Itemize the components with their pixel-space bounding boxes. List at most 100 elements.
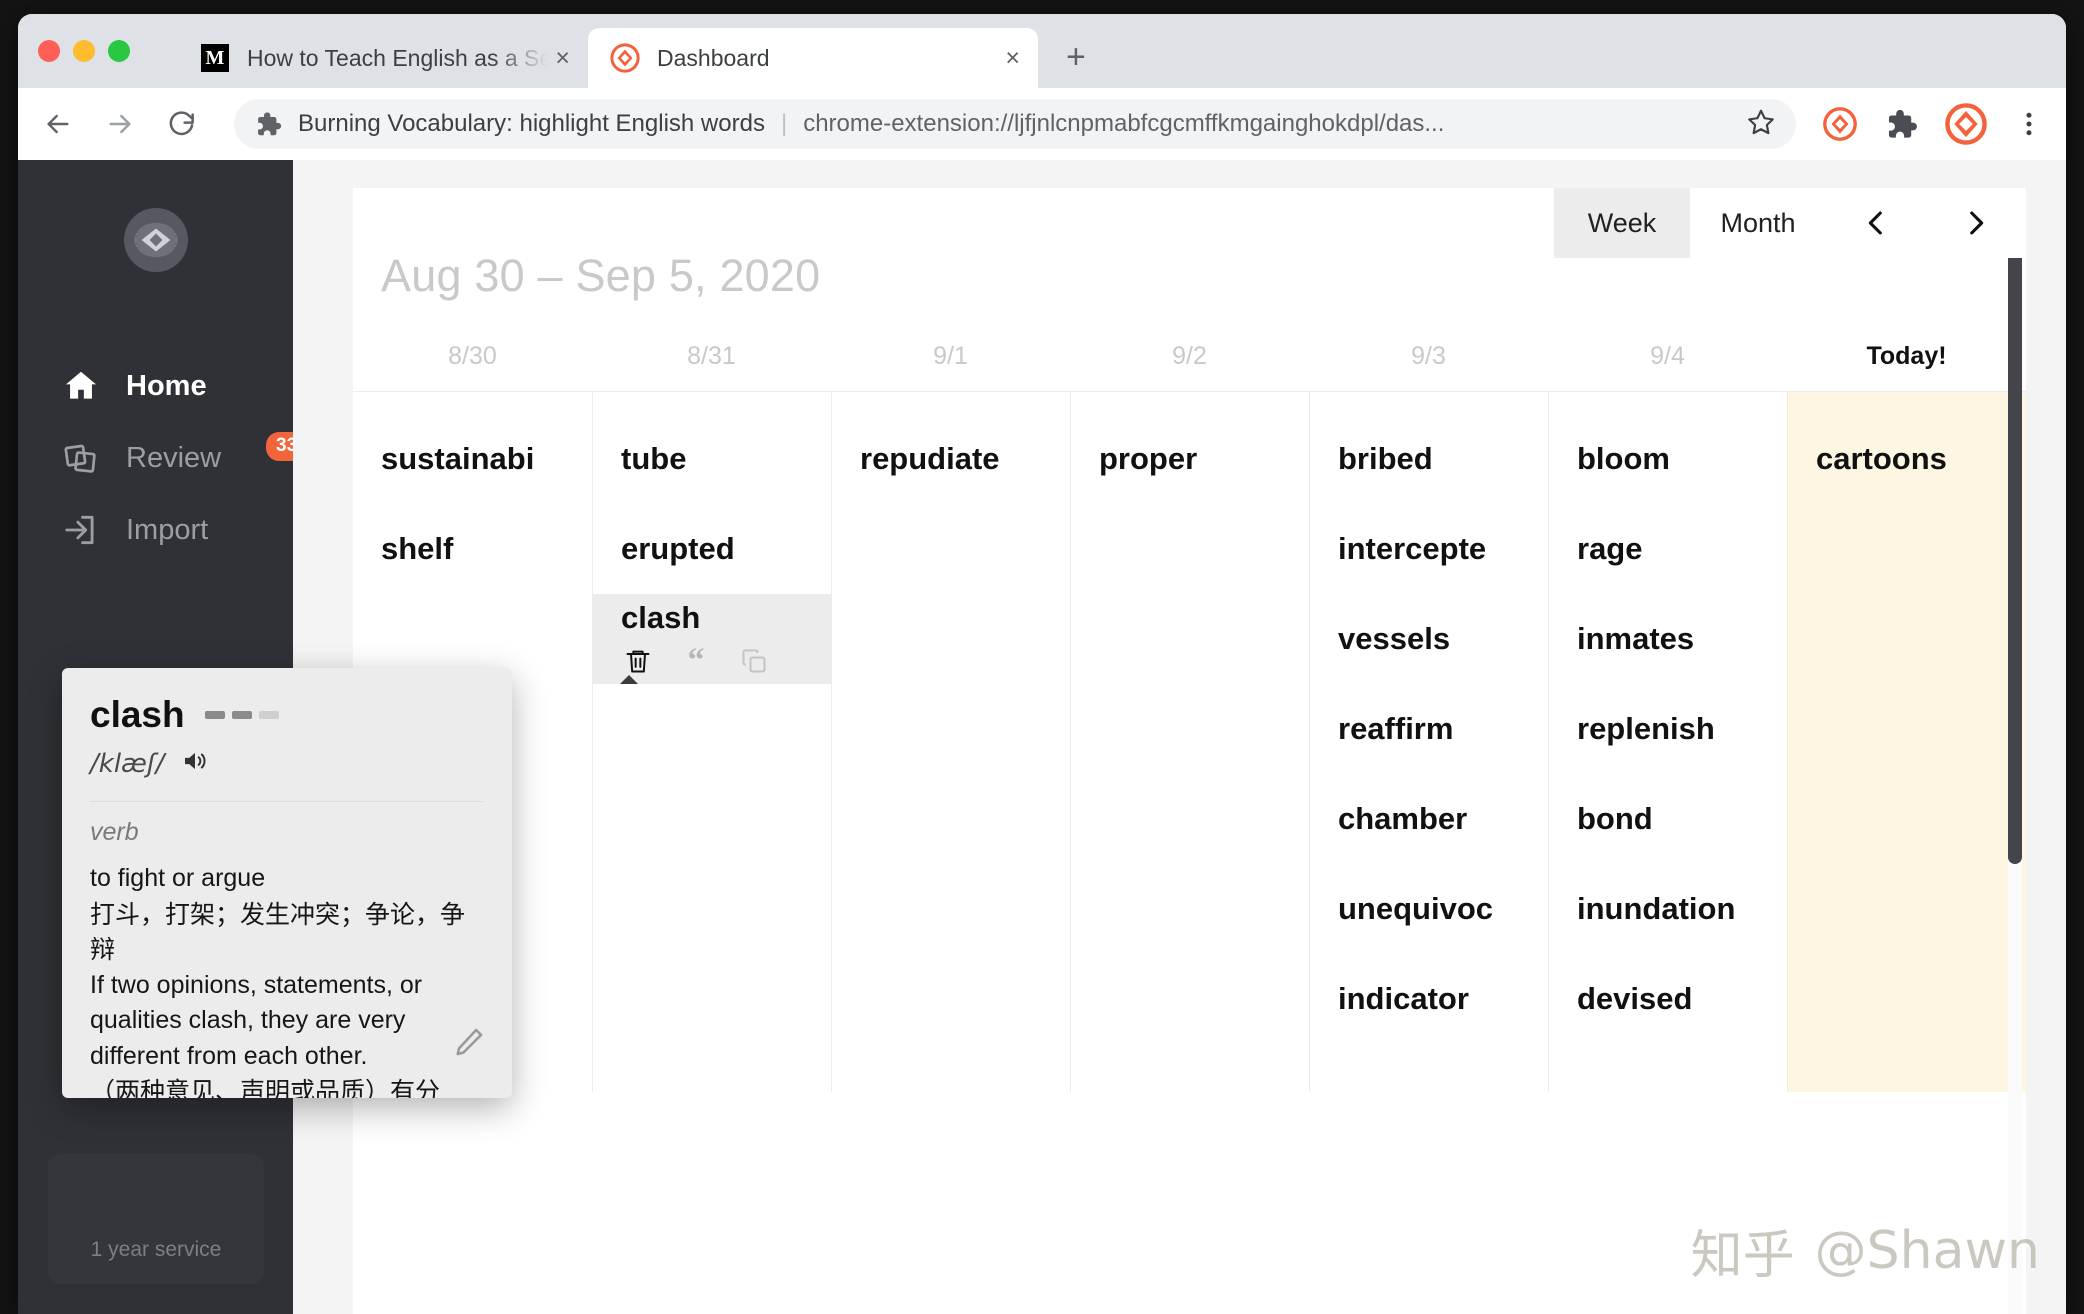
day-header: 9/1: [831, 328, 1070, 391]
tab-month[interactable]: Month: [1690, 188, 1826, 258]
word-cell[interactable]: bloom: [1549, 414, 1787, 504]
word-cell[interactable]: intercepte: [1310, 504, 1548, 594]
dictionary-pronunciation-row: /klæʃ/: [90, 746, 484, 781]
word-cell[interactable]: devised: [1549, 954, 1787, 1044]
tab-close-icon[interactable]: ×: [547, 45, 578, 71]
word-cell[interactable]: chamber: [1310, 774, 1548, 864]
burning-vocabulary-logo-icon: [610, 43, 640, 73]
reload-icon[interactable]: [164, 106, 200, 142]
word-cell[interactable]: bribed: [1310, 414, 1548, 504]
day-column-9-1: repudiate: [831, 392, 1070, 1092]
home-icon: [62, 367, 100, 405]
chrome-menu-kebab-icon[interactable]: [2014, 107, 2044, 141]
sidebar-item-import[interactable]: Import: [18, 494, 293, 566]
word-cell[interactable]: inmates: [1549, 594, 1787, 684]
extensions-puzzle-icon[interactable]: [1884, 107, 1918, 141]
day-header: 8/31: [592, 328, 831, 391]
day-column-9-4: bloom rage inmates replenish bond inunda…: [1548, 392, 1787, 1092]
sidebar-item-label: Home: [126, 369, 207, 402]
word-cell-selected[interactable]: clash “ Delete: [593, 594, 831, 684]
dictionary-phonetic: /klæʃ/: [90, 748, 165, 779]
scrollbar-thumb[interactable]: [2008, 196, 2022, 864]
sidebar-item-review[interactable]: Review 33: [18, 422, 308, 494]
browser-window: M How to Teach English as a Sec × Dashbo…: [18, 14, 2066, 1314]
browser-tab-title: How to Teach English as a Sec: [247, 44, 548, 71]
familiarity-level-indicator[interactable]: [204, 711, 279, 719]
word-cell[interactable]: reaffirm: [1310, 684, 1548, 774]
sidebar-item-label: Review: [126, 441, 222, 474]
word-cell[interactable]: erupted: [593, 504, 831, 594]
word-cell-actions: “: [621, 643, 769, 677]
word-cell[interactable]: sustainabi: [353, 414, 592, 504]
dictionary-part-of-speech: verb: [90, 818, 139, 846]
cards-icon: [62, 439, 100, 477]
dictionary-definitions: to fight or argue 打斗，打架；发生冲突；争论，争辩 If tw…: [90, 861, 484, 1098]
burning-vocabulary-action-icon[interactable]: [1944, 102, 1988, 146]
word-cell[interactable]: indicator: [1310, 954, 1548, 1044]
day-column-8-31: tube erupted clash “: [592, 392, 831, 1092]
sidebar-item-label: Import: [126, 513, 209, 546]
word-cell[interactable]: inundation: [1549, 864, 1787, 954]
window-traffic-lights: [38, 40, 130, 62]
word-cell[interactable]: cartoons: [1788, 414, 2026, 504]
extension-puzzle-icon: [254, 110, 282, 138]
omnibox-separator: |: [780, 110, 788, 137]
calendar-word-grid: sustainabi shelf tube erupted clash “ re…: [353, 391, 2026, 1092]
day-column-9-3: bribed intercepte vessels reaffirm chamb…: [1309, 392, 1548, 1092]
day-column-9-2: proper: [1070, 392, 1309, 1092]
definition-line: to fight or argue: [90, 864, 266, 892]
trash-icon[interactable]: [623, 646, 653, 676]
word-cell[interactable]: repudiate: [832, 414, 1070, 504]
plan-label: 1 year service: [90, 1238, 222, 1261]
bookmark-star-icon[interactable]: [1746, 107, 1776, 142]
day-header: 9/3: [1309, 328, 1548, 391]
page-scrollbar[interactable]: [2008, 188, 2022, 1314]
speaker-icon[interactable]: [180, 746, 210, 781]
forward-icon[interactable]: [102, 106, 138, 142]
word-cell[interactable]: replenish: [1549, 684, 1787, 774]
copy-icon[interactable]: [739, 646, 769, 676]
dictionary-header: clash: [90, 694, 484, 736]
dictionary-popup-card[interactable]: clash /klæʃ/ verb to fight or argue 打斗，打…: [62, 668, 512, 1098]
import-icon: [62, 511, 100, 549]
new-tab-button[interactable]: +: [1066, 40, 1086, 74]
desktop-background: M How to Teach English as a Sec × Dashbo…: [0, 0, 2084, 1314]
pencil-edit-icon[interactable]: [452, 1025, 486, 1064]
browser-tab-title: Dashboard: [657, 44, 770, 71]
word-cell[interactable]: unequivoc: [1310, 864, 1548, 954]
address-bar[interactable]: Burning Vocabulary: highlight English wo…: [234, 99, 1796, 149]
window-minimize-button[interactable]: [73, 40, 95, 62]
window-maximize-button[interactable]: [108, 40, 130, 62]
next-period-button[interactable]: [1926, 188, 2026, 258]
word-cell[interactable]: proper: [1071, 414, 1309, 504]
burning-vocabulary-brand-icon[interactable]: [123, 208, 188, 272]
word-cell-label: clash: [621, 600, 701, 635]
word-cell[interactable]: bond: [1549, 774, 1787, 864]
tab-close-icon[interactable]: ×: [997, 45, 1028, 71]
burning-vocabulary-icon[interactable]: [1822, 106, 1858, 142]
omnibox-extension-name: Burning Vocabulary: highlight English wo…: [298, 110, 765, 137]
word-cell[interactable]: rage: [1549, 504, 1787, 594]
quote-icon[interactable]: “: [681, 643, 711, 677]
browser-tab-dashboard[interactable]: Dashboard ×: [588, 28, 1038, 88]
definition-line: If two opinions, statements, or qualitie…: [90, 970, 423, 1070]
tab-week[interactable]: Week: [1554, 188, 1690, 258]
sidebar-item-home[interactable]: Home: [18, 350, 293, 422]
medium-m-logo-icon: M: [200, 43, 230, 73]
day-header: 8/30: [353, 328, 592, 391]
dictionary-word: clash: [90, 694, 185, 735]
day-column-today: cartoons: [1787, 392, 2026, 1092]
word-cell[interactable]: vessels: [1310, 594, 1548, 684]
definition-line: （两种意见、声明或品质）有分歧，不相容，相抵触: [90, 1077, 441, 1098]
prev-period-button[interactable]: [1826, 188, 1926, 258]
word-cell[interactable]: shelf: [353, 504, 592, 594]
day-header: 9/4: [1548, 328, 1787, 391]
subscription-plan-card[interactable]: 1 year service: [48, 1154, 264, 1284]
word-cell[interactable]: tube: [593, 414, 831, 504]
browser-tab-medium[interactable]: M How to Teach English as a Sec ×: [178, 28, 588, 88]
calendar-panel: Week Month Aug 30 – Sep 5, 2020 8/30 8/3…: [353, 188, 2026, 1314]
day-header-today: Today!: [1787, 328, 2026, 391]
window-close-button[interactable]: [38, 40, 60, 62]
day-header: 9/2: [1070, 328, 1309, 391]
back-icon[interactable]: [40, 106, 76, 142]
